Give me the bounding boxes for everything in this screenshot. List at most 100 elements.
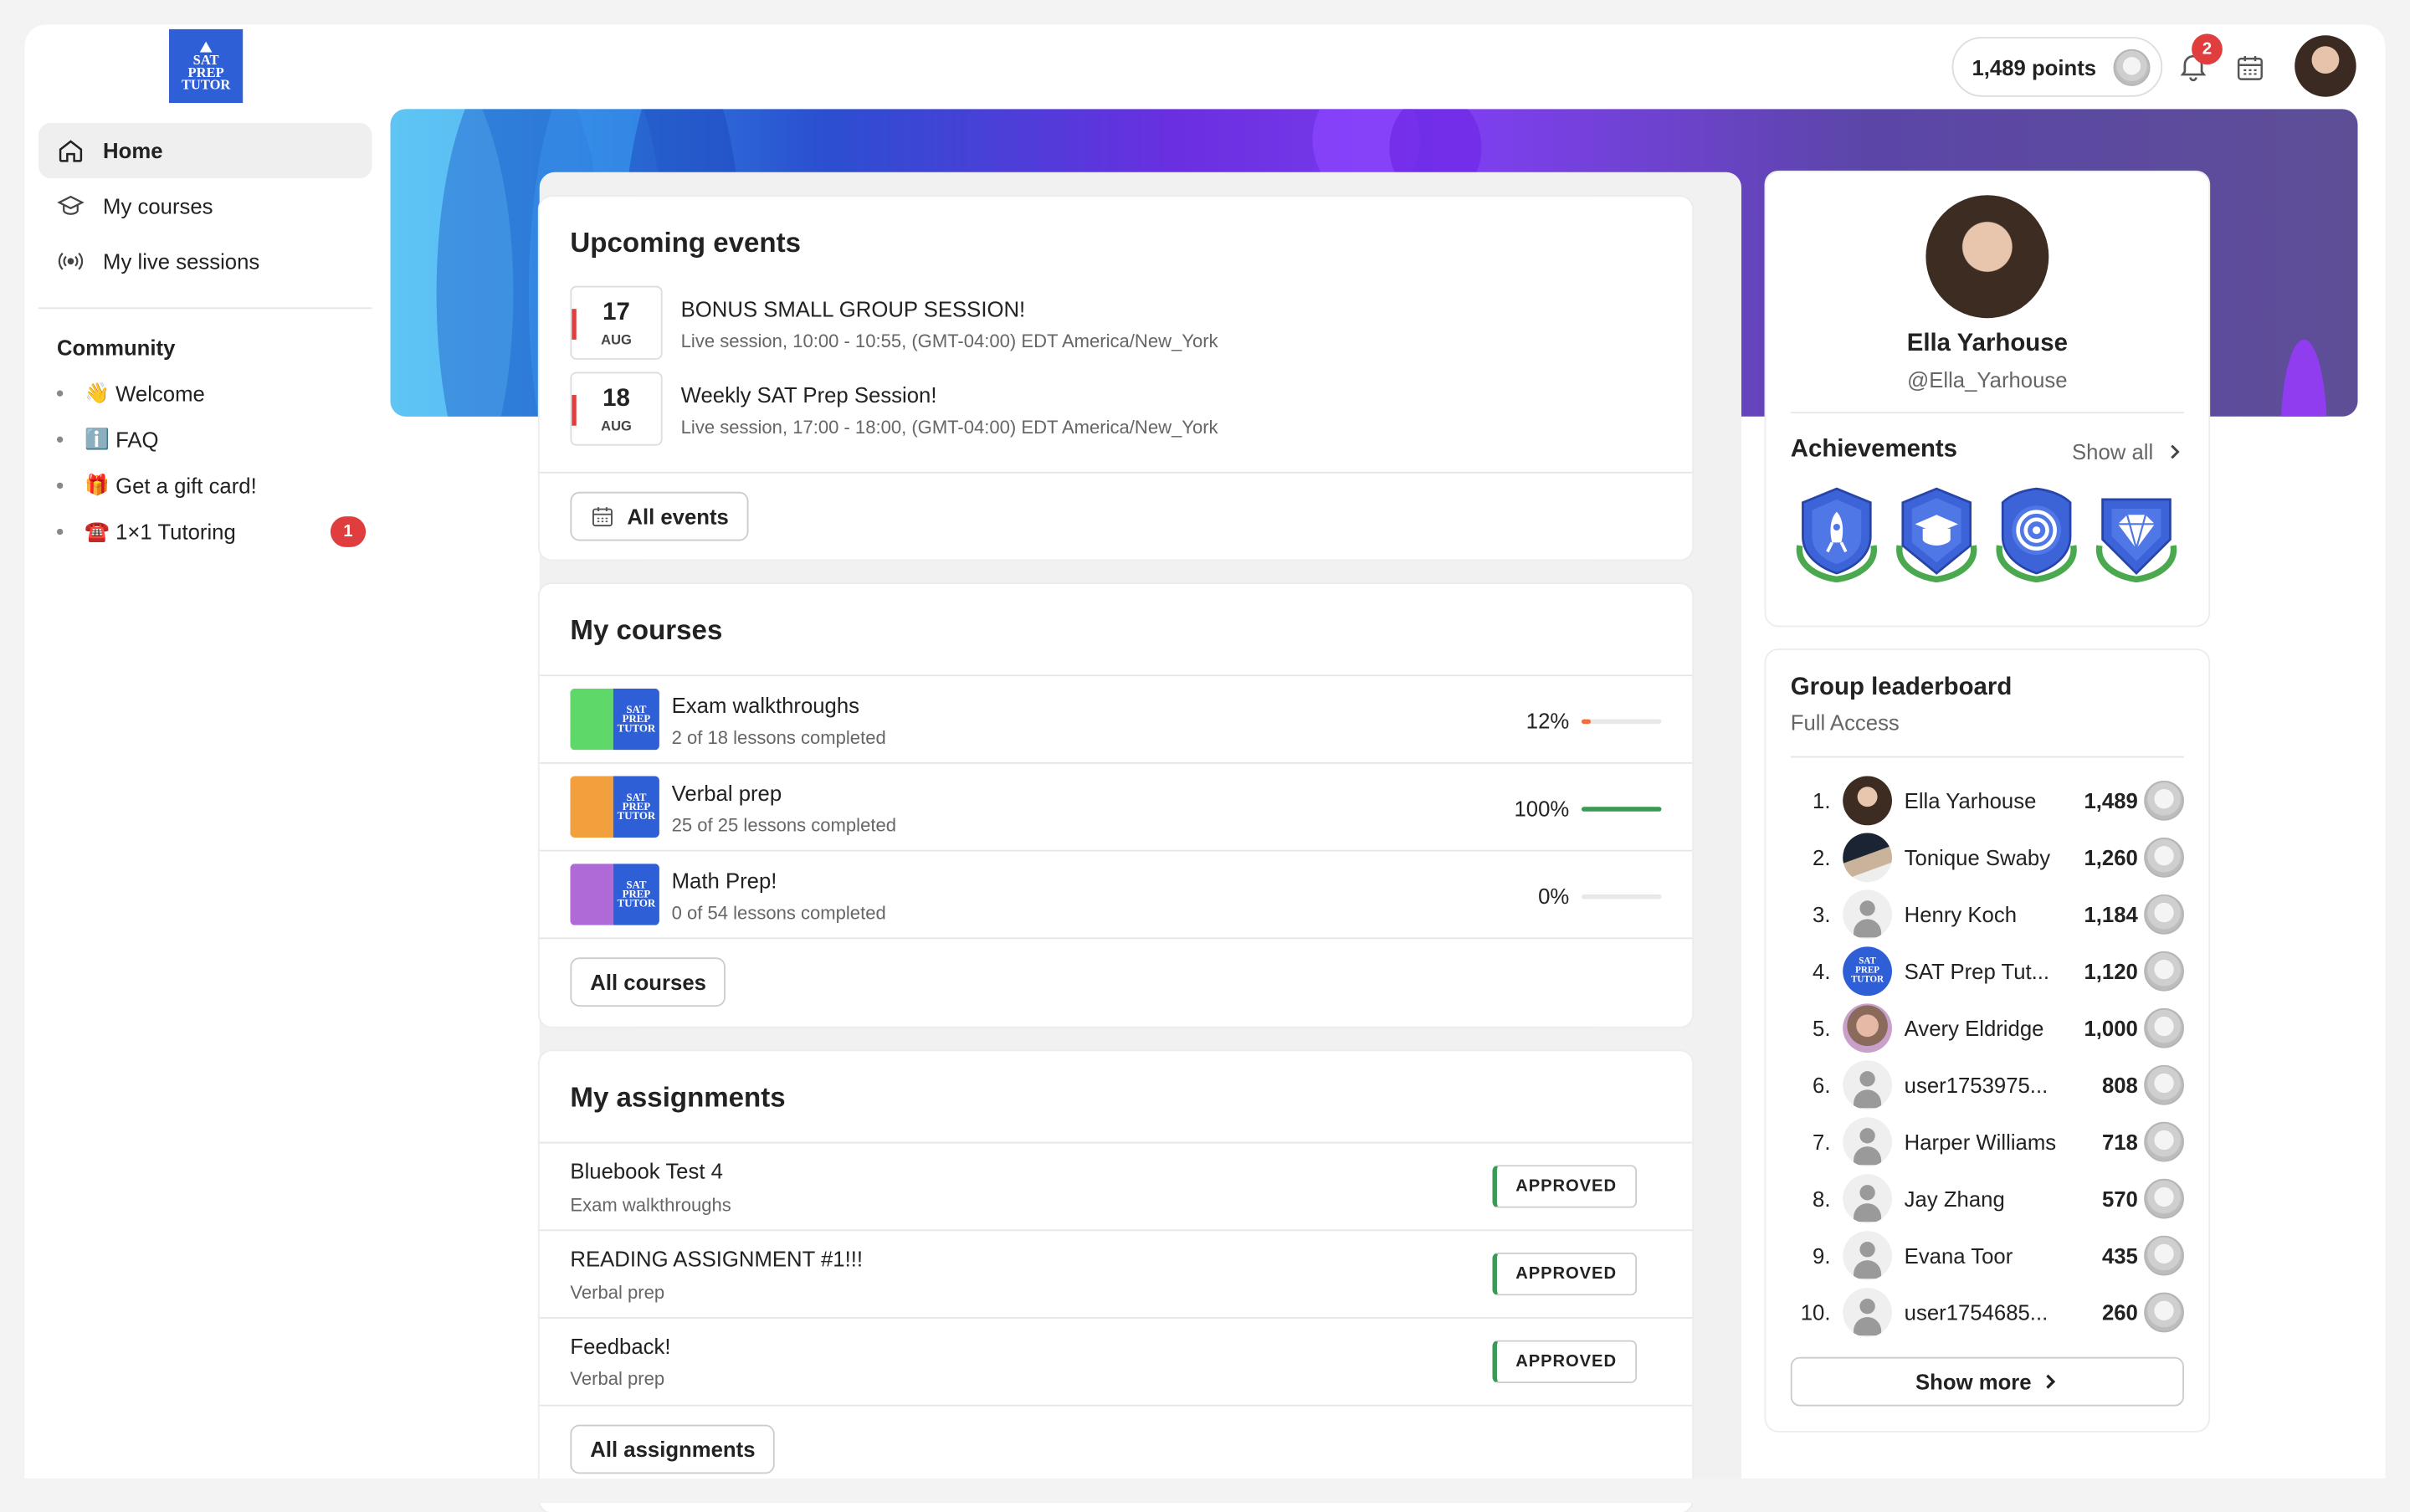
sidebar-item-my-courses[interactable]: My courses: [38, 178, 372, 233]
info-emoji: ℹ️: [85, 427, 110, 451]
points-coin-icon: [2144, 1121, 2184, 1162]
assignment-course: Verbal prep: [570, 1367, 665, 1390]
divider: [539, 471, 1693, 474]
community-item-tutoring[interactable]: ☎️ 1×1 Tutoring 1: [56, 516, 372, 547]
bullet: [56, 528, 64, 536]
status-badge: APPROVED: [1492, 1165, 1638, 1208]
chevron-right-icon: [2045, 1374, 2055, 1389]
leaderboard-row[interactable]: 8. Jay Zhang 570: [1791, 1174, 2184, 1224]
course-percent: 0%: [1538, 884, 1570, 909]
sidebar-item-my-live-sessions[interactable]: My live sessions: [38, 233, 372, 289]
leaderboard-row[interactable]: 5. Avery Eldridge 1,000: [1791, 1003, 2184, 1053]
course-thumbnail[interactable]: SAT PREP TUTOR: [570, 688, 659, 751]
divider: [539, 1404, 1693, 1407]
all-assignments-button[interactable]: All assignments: [570, 1424, 776, 1474]
sat-prep-tutor-logo: SAT PREP TUTOR: [613, 864, 659, 925]
course-thumbnail[interactable]: SAT PREP TUTOR: [570, 864, 659, 925]
leaderboard-row[interactable]: 3. Henry Koch 1,184: [1791, 889, 2184, 940]
achievements-title: Achievements: [1790, 436, 1958, 463]
upcoming-events-card: Upcoming events 17 AUG BONUS SMALL GROUP…: [539, 197, 1693, 560]
avatar: [1843, 1117, 1892, 1167]
divider: [539, 1317, 1693, 1319]
target-badge-icon[interactable]: [1991, 484, 2083, 583]
divider: [539, 1141, 1693, 1144]
avatar: [1843, 776, 1892, 826]
course-progress-text: 2 of 18 lessons completed: [671, 726, 886, 749]
avatar: [1843, 1231, 1892, 1280]
leaderboard-row[interactable]: 9. Evana Toor 435: [1791, 1231, 2184, 1280]
course-title[interactable]: Verbal prep: [672, 781, 782, 805]
bullet: [56, 482, 64, 489]
course-percent: 100%: [1514, 796, 1570, 821]
assignment-title[interactable]: Feedback!: [570, 1334, 670, 1358]
assignment-title[interactable]: Bluebook Test 4: [570, 1159, 723, 1183]
all-events-button[interactable]: All events: [570, 491, 749, 541]
sidebar-divider: [38, 307, 372, 310]
graduation-cap-icon: [57, 195, 85, 215]
assignment-course: Exam walkthroughs: [570, 1194, 731, 1216]
progress-fill: [1581, 719, 1592, 725]
viewport-edge: [0, 1478, 2410, 1504]
event-title[interactable]: BONUS SMALL GROUP SESSION!: [681, 296, 1026, 320]
chevron-right-icon: [2171, 444, 2180, 459]
assignment-title[interactable]: READING ASSIGNMENT #1!!!: [570, 1247, 863, 1271]
sidebar-item-label: Home: [103, 138, 163, 163]
points-coin-icon: [2144, 781, 2184, 821]
course-title[interactable]: Exam walkthroughs: [672, 693, 859, 717]
leaderboard-row[interactable]: 7. Harper Williams 718: [1791, 1117, 2184, 1167]
divider: [1790, 756, 2184, 758]
bullet: [56, 436, 64, 443]
avatar: [1843, 889, 1892, 940]
divider: [539, 674, 1693, 677]
points-coin-icon: [2144, 951, 2184, 992]
leaderboard-row[interactable]: 6. user1753975... 808: [1791, 1060, 2184, 1110]
avatar: [1843, 1174, 1892, 1224]
profile-avatar[interactable]: [1925, 195, 2049, 319]
calendar-icon[interactable]: [2235, 52, 2266, 83]
avatar: [1843, 1060, 1892, 1110]
sidebar-item-label: My live sessions: [103, 249, 260, 274]
profile-name[interactable]: Ella Yarhouse: [1766, 331, 2208, 358]
profile-handle: @Ella_Yarhouse: [1907, 366, 2068, 392]
user-avatar[interactable]: [2295, 35, 2356, 97]
course-thumb-cover: [570, 864, 613, 925]
my-courses-title: My courses: [570, 614, 723, 646]
leaderboard-row[interactable]: 4. SAT PREP TUTOR SAT Prep Tut... 1,120: [1791, 946, 2184, 997]
upcoming-events-title: Upcoming events: [570, 227, 801, 259]
course-progress-bar: [1581, 807, 1662, 812]
divider: [539, 762, 1693, 764]
sat-prep-tutor-logo: SAT PREP TUTOR: [613, 688, 659, 751]
all-courses-button[interactable]: All courses: [570, 957, 726, 1007]
sat-prep-tutor-logo[interactable]: SAT PREP TUTOR: [169, 28, 244, 104]
points-button[interactable]: 1,489 points: [1951, 37, 2163, 97]
community-item-faq[interactable]: ℹ️ FAQ: [56, 427, 372, 452]
unread-count-badge: 1: [330, 516, 367, 547]
sat-prep-tutor-logo: SAT PREP TUTOR: [613, 776, 659, 838]
notification-count-badge: 2: [2192, 33, 2223, 65]
leaderboard-row[interactable]: 2. Tonique Swaby 1,260: [1791, 833, 2184, 883]
rocket-badge-icon[interactable]: [1791, 484, 1883, 583]
profile-card: Ella Yarhouse @Ella_Yarhouse Achievement…: [1766, 172, 2209, 626]
leaderboard-title: Group leaderboard: [1790, 674, 2013, 701]
community-item-gift-card[interactable]: 🎁 Get a gift card!: [56, 474, 372, 498]
course-progress-bar: [1581, 894, 1662, 900]
community-item-welcome[interactable]: 👋 Welcome: [56, 382, 372, 406]
show-all-link[interactable]: Show all: [2072, 439, 2184, 464]
course-thumb-cover: [570, 688, 613, 751]
course-thumbnail[interactable]: SAT PREP TUTOR: [570, 776, 659, 838]
leaderboard-row[interactable]: 10. user1754685... 260: [1791, 1288, 2184, 1337]
leaderboard-subtitle: Full Access: [1790, 710, 1900, 735]
group-leaderboard-card: Group leaderboard Full Access 1. Ella Ya…: [1766, 649, 2209, 1431]
course-title[interactable]: Math Prep!: [672, 869, 777, 893]
sidebar-item-home[interactable]: Home: [38, 122, 372, 179]
show-more-button[interactable]: Show more: [1790, 1356, 2184, 1407]
leaderboard-row[interactable]: 1. Ella Yarhouse 1,489: [1791, 776, 2184, 826]
graduation-badge-icon[interactable]: [1890, 484, 1982, 583]
diamond-badge-icon[interactable]: [2090, 484, 2182, 583]
course-progress-text: 25 of 25 lessons completed: [671, 814, 896, 837]
divider: [539, 937, 1693, 940]
divider: [1790, 412, 2184, 414]
course-progress-text: 0 of 54 lessons completed: [671, 902, 886, 924]
event-title[interactable]: Weekly SAT Prep Session!: [681, 382, 937, 407]
points-coin-icon: [2144, 1007, 2184, 1048]
